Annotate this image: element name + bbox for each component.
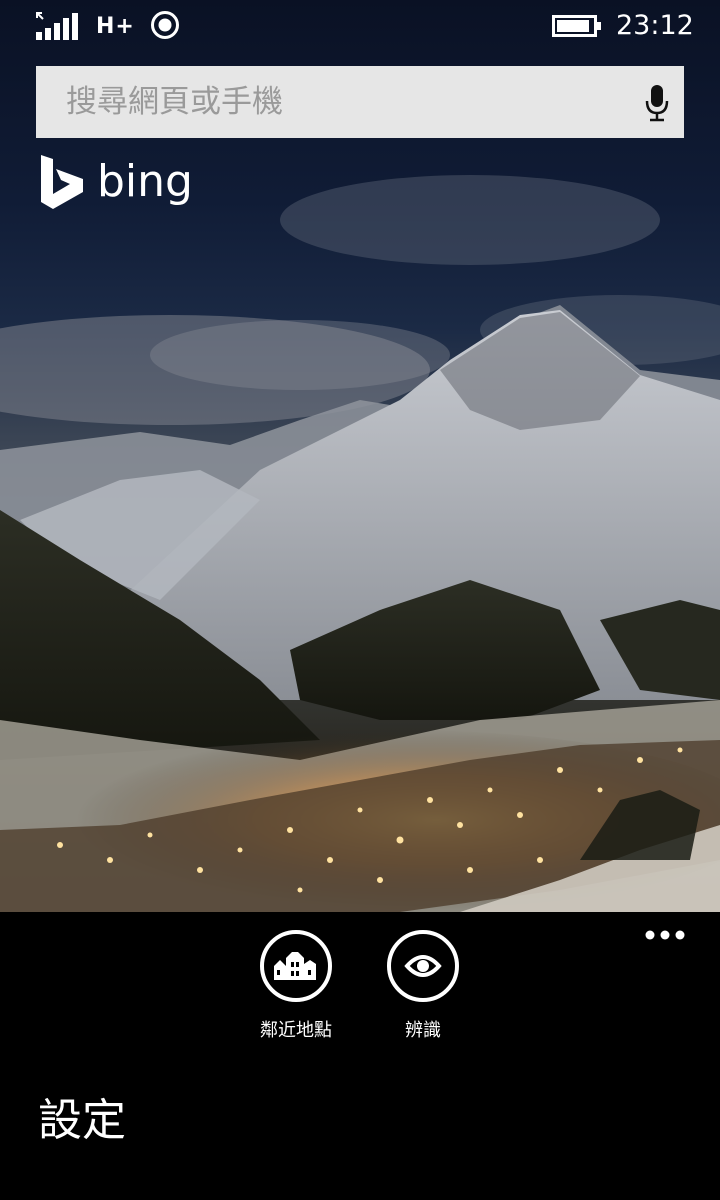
signal-strength-icon: [36, 12, 78, 40]
search-input[interactable]: [36, 66, 626, 138]
bing-logo-icon: [41, 155, 83, 209]
battery-icon: [552, 15, 601, 37]
settings-menu-item[interactable]: 設定: [38, 1084, 126, 1148]
app-bar: [0, 912, 720, 1200]
identify-button[interactable]: 辨識: [368, 930, 478, 1050]
eye-icon: [404, 955, 442, 977]
status-bar: H+ 23:12: [0, 0, 720, 50]
identify-label: 辨識: [405, 1020, 441, 1041]
nearby-places-icon: [274, 952, 316, 980]
bing-wordmark: bing: [97, 156, 193, 207]
search-box[interactable]: [36, 66, 684, 138]
clock: 23:12: [616, 10, 694, 41]
nearby-places-label: 鄰近地點: [260, 1020, 332, 1041]
more-dots-icon[interactable]: [640, 922, 690, 948]
network-type: H+: [96, 14, 135, 39]
nearby-places-button[interactable]: 鄰近地點: [241, 930, 351, 1050]
microphone-icon[interactable]: [644, 84, 670, 122]
nearby-places-circle: [260, 930, 332, 1002]
identify-circle: [387, 930, 459, 1002]
sync-icon: [151, 11, 179, 39]
